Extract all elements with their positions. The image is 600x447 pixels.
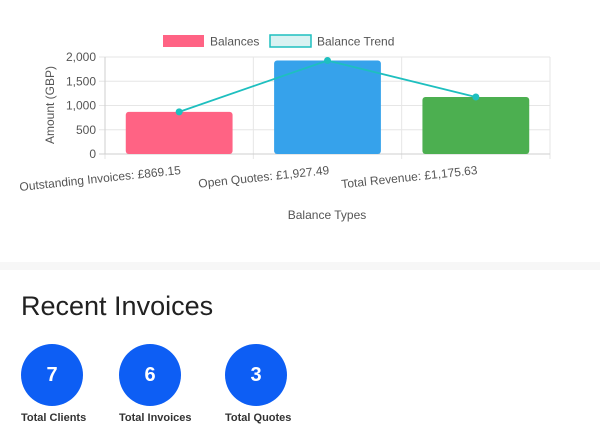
legend-label-balance-trend[interactable]: Balance Trend	[317, 35, 394, 49]
y-tick-label: 500	[76, 123, 96, 137]
legend-swatch-balances[interactable]	[163, 35, 204, 47]
stat-label: Total Clients	[21, 412, 87, 424]
y-tick-label: 2,000	[66, 50, 96, 64]
y-axis-title: Amount (GBP)	[43, 66, 57, 144]
trend-point-1	[324, 57, 331, 65]
trend-point-2	[472, 93, 480, 101]
stat-value-circle: 6	[119, 344, 181, 406]
legend-label-balances[interactable]: Balances	[210, 35, 259, 49]
bar-1	[274, 60, 381, 154]
balances-chart-card: Balances Balance Trend 0 500 1,000 1,500 2,0…	[0, 0, 600, 262]
recent-invoices-card: Recent Invoices 7 Total Clients 6 Total …	[0, 270, 600, 447]
stat-label: Total Quotes	[225, 412, 292, 424]
y-tick-label: 1,000	[66, 99, 96, 113]
stat-value-circle: 7	[21, 344, 83, 406]
y-tick-label: 0	[89, 147, 96, 161]
x-tick-label: Open Quotes: £1,927.49	[198, 163, 330, 191]
legend-swatch-balance-trend[interactable]	[269, 34, 312, 48]
section-title: Recent Invoices	[21, 291, 214, 321]
stat-value-circle: 3	[225, 344, 287, 406]
x-tick-label: Outstanding Invoices: £869.15	[19, 163, 182, 194]
bar-2	[422, 96, 530, 154]
bar-0	[125, 111, 233, 154]
balances-chart: Balances Balance Trend 0 500 1,000 1,500 2,0…	[19, 34, 551, 222]
trend-point-0	[175, 108, 183, 116]
y-tick-label: 1,500	[66, 74, 96, 88]
stat-label: Total Invoices	[119, 412, 192, 424]
x-axis-title: Balance Types	[288, 208, 367, 222]
x-tick-label: Total Revenue: £1,175.63	[341, 163, 479, 191]
